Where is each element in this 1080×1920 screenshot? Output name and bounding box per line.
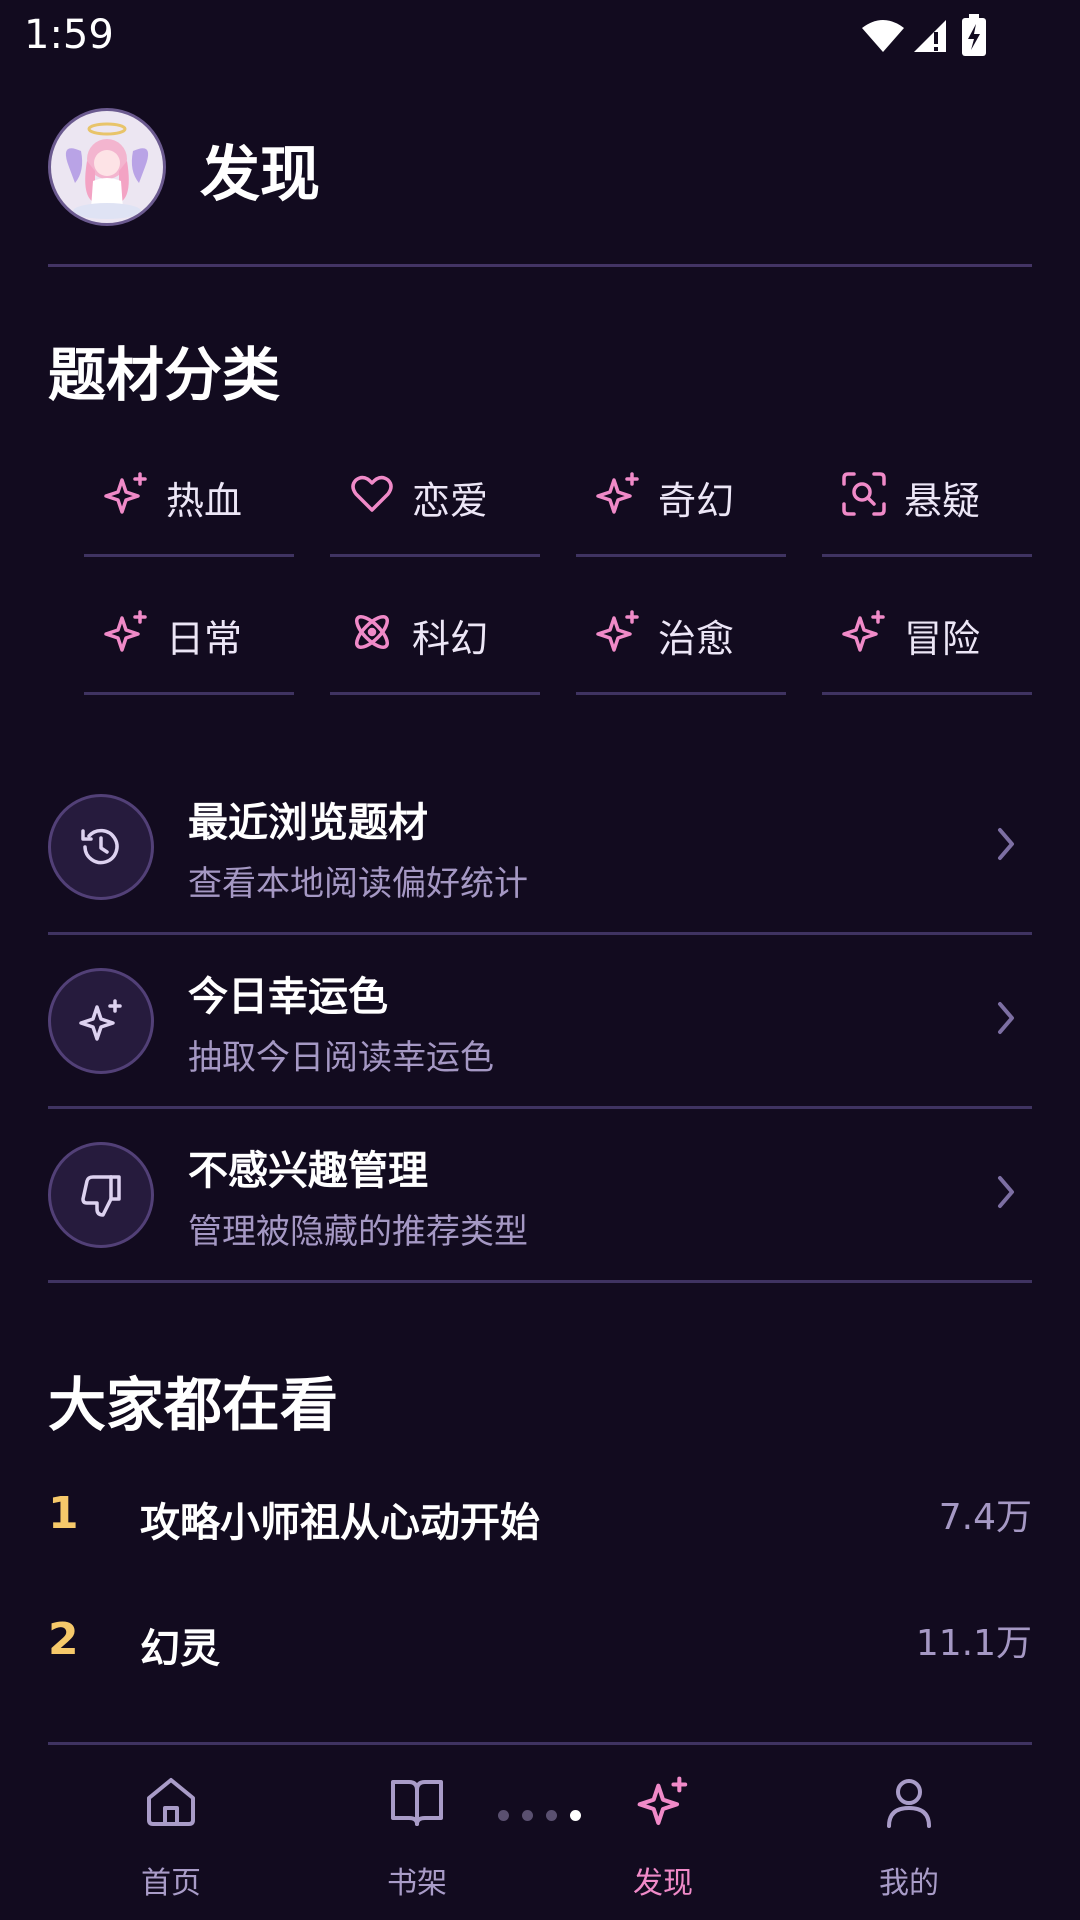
menu-recent-genres[interactable]: 最近浏览题材 查看本地阅读偏好统计 <box>48 760 1032 935</box>
heart-icon <box>351 475 393 512</box>
category-zhiyu[interactable]: 治愈 <box>576 584 786 695</box>
menu-icon-circle <box>48 794 154 900</box>
category-label: 日常 <box>166 617 243 661</box>
category-maoxian[interactable]: 冒险 <box>822 584 1032 695</box>
trending-list: 1 攻略小师祖从心动开始 7.4万 2 幻灵 11.1万 <box>48 1470 1032 1745</box>
chevron-right-icon <box>998 1176 1014 1208</box>
scan-search-icon <box>842 472 886 516</box>
sparkle-icon <box>79 999 122 1041</box>
category-kehuan[interactable]: 科幻 <box>330 584 540 695</box>
sparkle-icon <box>637 1776 688 1826</box>
atom-icon <box>355 615 389 649</box>
list-item[interactable]: 1 攻略小师祖从心动开始 7.4万 <box>48 1470 1032 1570</box>
menu-title: 最近浏览题材 <box>188 800 428 846</box>
categories-title: 题材分类 <box>48 341 281 409</box>
category-label: 热血 <box>166 479 243 523</box>
tab-label: 我的 <box>879 1866 939 1901</box>
avatar[interactable] <box>48 108 166 226</box>
avatar-image <box>65 122 149 219</box>
category-label: 奇幻 <box>658 479 735 523</box>
book-title: 幻灵 <box>140 1626 220 1672</box>
tab-discover[interactable]: 发现 <box>540 1750 786 1920</box>
menu-icon-circle <box>48 968 154 1074</box>
category-label: 科幻 <box>412 617 489 661</box>
menu-not-interested[interactable]: 不感兴趣管理 管理被隐藏的推荐类型 <box>48 1108 1032 1283</box>
tab-home[interactable]: 首页 <box>48 1750 294 1920</box>
category-label: 治愈 <box>658 617 735 661</box>
header: 发现 <box>48 108 1032 267</box>
list-item[interactable]: 2 幻灵 11.1万 <box>48 1596 1032 1696</box>
menu-icon-circle <box>48 1142 154 1248</box>
trending-title: 大家都在看 <box>48 1371 339 1439</box>
indicator-dot <box>522 1810 533 1821</box>
menu-subtitle: 查看本地阅读偏好统计 <box>188 864 528 904</box>
chevron-right-icon <box>998 1002 1014 1034</box>
category-qihuan[interactable]: 奇幻 <box>576 446 786 557</box>
battery-icon <box>962 14 986 56</box>
sparkle-icon <box>104 610 147 652</box>
tab-label: 书架 <box>387 1866 447 1901</box>
category-lianai[interactable]: 恋爱 <box>330 446 540 557</box>
history-icon <box>81 828 119 865</box>
book-title: 攻略小师祖从心动开始 <box>140 1500 540 1546</box>
status-bar: 1:59 <box>0 0 1080 72</box>
status-time: 1:59 <box>24 12 114 58</box>
rank-number: 2 <box>48 1614 79 1665</box>
sparkle-icon <box>842 610 885 652</box>
menu-subtitle: 抽取今日阅读幸运色 <box>188 1038 494 1078</box>
sparkle-icon <box>596 610 639 652</box>
user-icon <box>887 1779 931 1828</box>
view-count: 11.1万 <box>915 1623 1032 1664</box>
sparkle-icon <box>104 472 147 514</box>
view-count: 7.4万 <box>938 1497 1032 1538</box>
category-xuanyi[interactable]: 悬疑 <box>822 446 1032 557</box>
tab-label: 发现 <box>633 1866 693 1901</box>
category-richang[interactable]: 日常 <box>84 584 294 695</box>
indicator-dot <box>498 1810 509 1821</box>
signal-icon <box>914 20 946 52</box>
tab-bookshelf[interactable]: 书架 <box>294 1750 540 1920</box>
menu-title: 不感兴趣管理 <box>188 1148 428 1194</box>
book-icon <box>391 1780 443 1826</box>
page-title: 发现 <box>200 140 320 210</box>
rank-number: 1 <box>48 1488 79 1539</box>
category-label: 冒险 <box>904 617 981 661</box>
category-label: 恋爱 <box>412 479 489 523</box>
tab-label: 首页 <box>141 1866 201 1901</box>
menu-lucky-color[interactable]: 今日幸运色 抽取今日阅读幸运色 <box>48 934 1032 1109</box>
category-rexue[interactable]: 热血 <box>84 446 294 557</box>
menu-subtitle: 管理被隐藏的推荐类型 <box>188 1212 528 1252</box>
sparkle-icon <box>596 472 639 514</box>
chevron-right-icon <box>998 828 1014 860</box>
wifi-icon <box>862 20 904 52</box>
tab-profile[interactable]: 我的 <box>786 1750 1032 1920</box>
menu-title: 今日幸运色 <box>188 974 388 1020</box>
thumbs-down-icon <box>81 1175 121 1217</box>
bottom-tab-bar: 首页 书架 发现 我的 <box>0 1750 1080 1920</box>
category-label: 悬疑 <box>904 479 981 523</box>
home-icon <box>147 1778 195 1826</box>
status-icons <box>860 14 1000 58</box>
